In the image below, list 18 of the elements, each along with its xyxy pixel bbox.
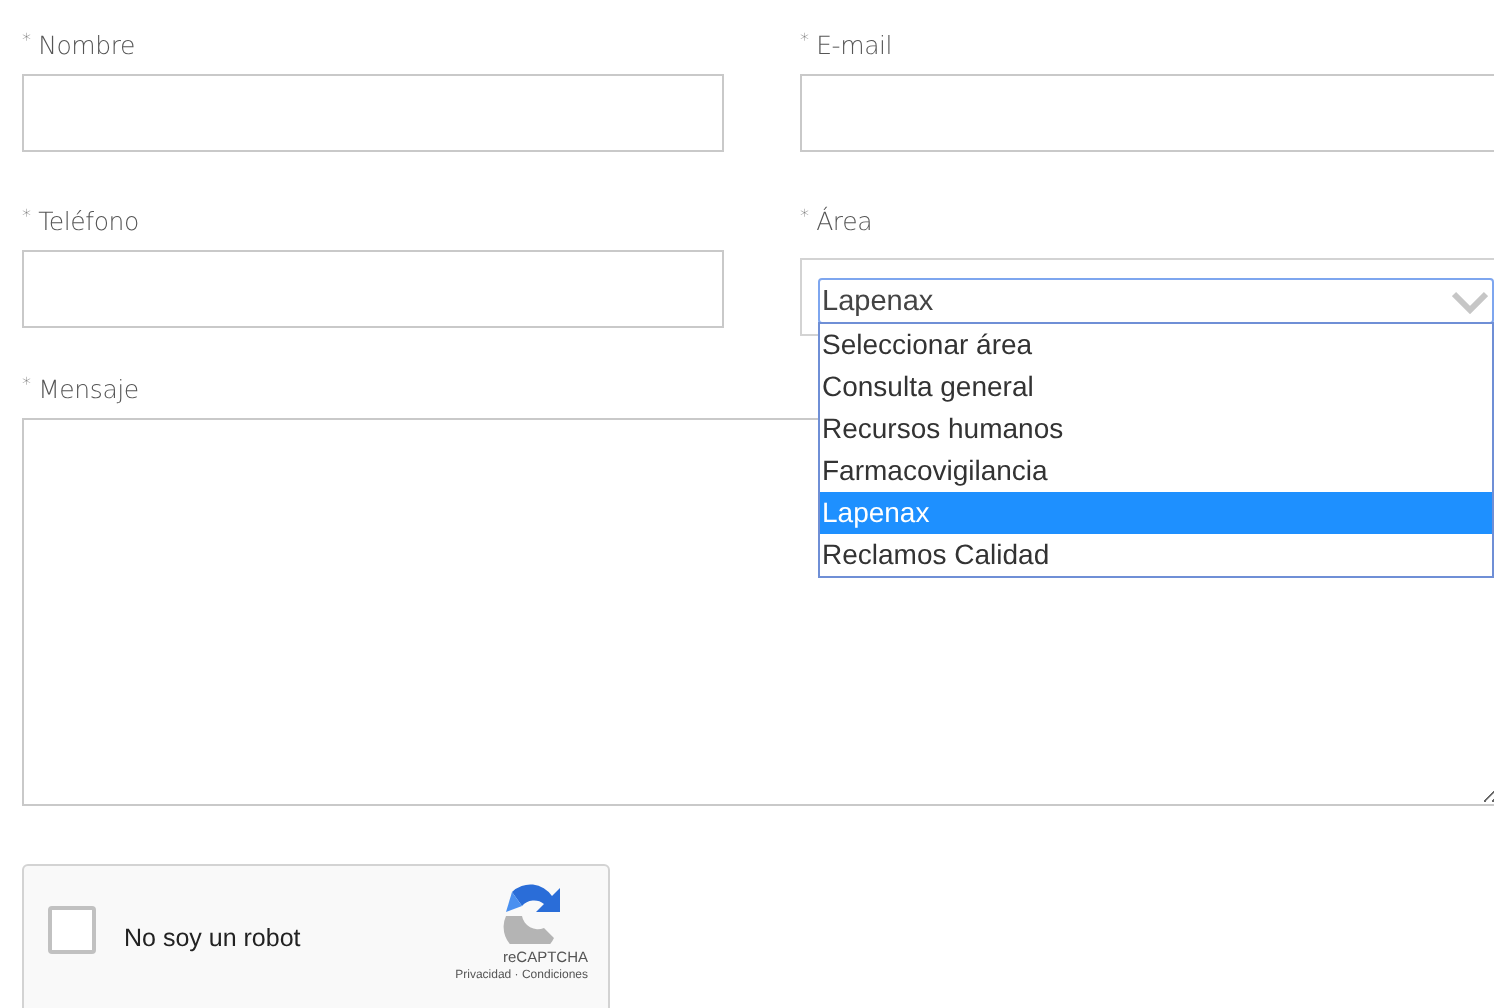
email-field[interactable]	[800, 74, 1494, 152]
phone-field[interactable]	[22, 250, 724, 328]
chevron-down-icon	[1452, 289, 1488, 313]
checkbox[interactable]	[48, 906, 96, 954]
field-label: $^{*}$ Nombre	[22, 28, 136, 64]
captcha-label: No soy un robot	[124, 924, 303, 952]
refresh-arrows-icon	[500, 884, 564, 944]
field-label: $^{*}$ Teléfono	[22, 204, 139, 240]
field-label: $^{*}$ Mensaje	[22, 372, 139, 408]
name-field[interactable]	[22, 74, 724, 152]
dropdown-option[interactable]: Reclamos Calidad	[820, 534, 1492, 576]
dropdown-option[interactable]: Recursos humanos	[820, 408, 1492, 450]
dropdown-option[interactable]: Seleccionar área	[820, 324, 1492, 366]
dropdown-option[interactable]: Farmacovigilancia	[820, 450, 1492, 492]
field-label: $^{*}$ E-mail	[800, 28, 893, 64]
area-select[interactable]: Lapenax	[818, 278, 1494, 324]
field-label: $^{*}$ Área	[800, 204, 873, 240]
dropdown-option[interactable]: Consulta general	[820, 366, 1492, 408]
